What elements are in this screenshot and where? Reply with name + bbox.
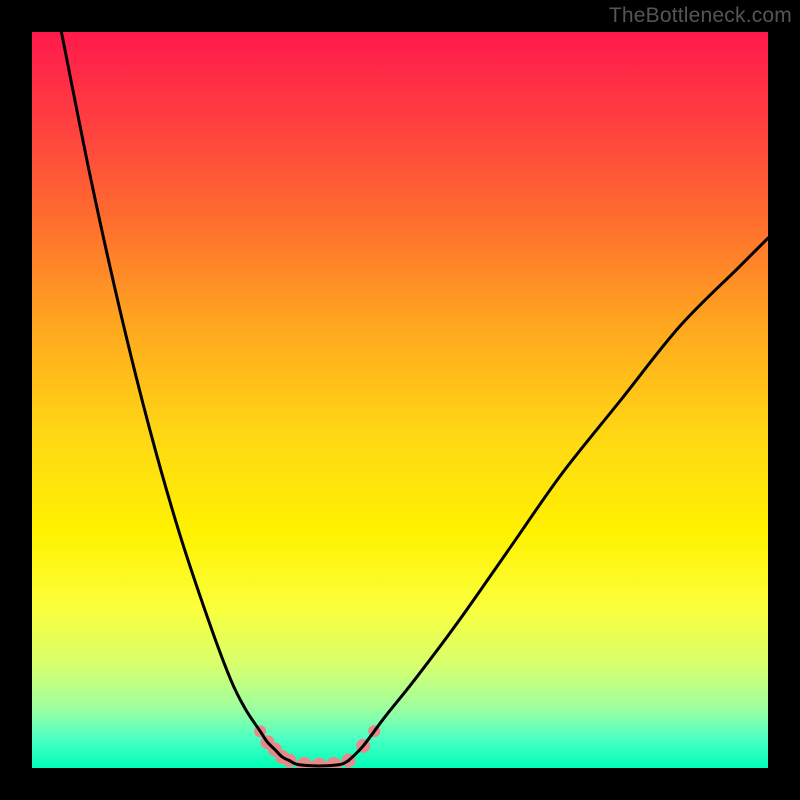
plot-area bbox=[32, 32, 768, 768]
series-right-curve bbox=[348, 238, 768, 761]
line-layer bbox=[61, 32, 768, 766]
chart-frame: TheBottleneck.com bbox=[0, 0, 800, 800]
chart-svg bbox=[32, 32, 768, 768]
watermark-text: TheBottleneck.com bbox=[609, 4, 792, 28]
series-left-curve bbox=[61, 32, 289, 761]
